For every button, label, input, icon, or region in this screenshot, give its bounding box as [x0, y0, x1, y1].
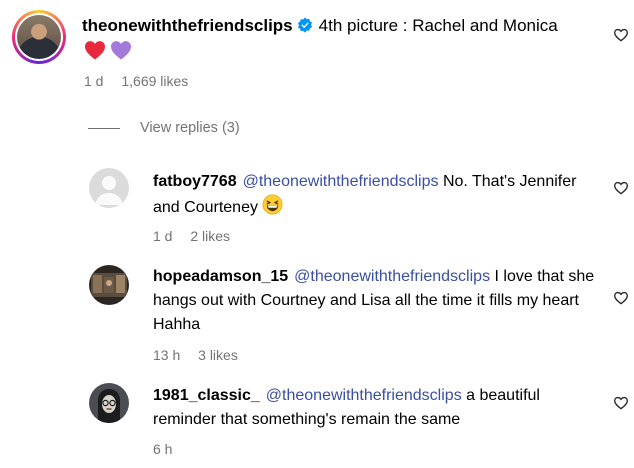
purple-heart-emoji — [111, 41, 131, 60]
reply-mention[interactable]: @theonewiththefriendsclips — [266, 387, 462, 404]
comment-username[interactable]: theonewiththefriendsclips — [82, 16, 293, 35]
reply-age[interactable]: 13 h — [153, 347, 180, 363]
verified-badge-icon — [297, 17, 312, 33]
reply-text: fatboy7768 @theonewiththefriendsclips No.… — [153, 170, 598, 220]
reply-meta: 1 d 2 likes — [153, 228, 244, 244]
avatar-photo — [17, 15, 61, 59]
reply-likes[interactable]: 3 likes — [198, 347, 238, 363]
avatar-photo — [89, 383, 129, 423]
heart-outline-icon[interactable] — [613, 180, 629, 196]
reply-likes[interactable]: 2 likes — [190, 228, 230, 244]
avatar-photo — [89, 265, 129, 305]
comment-line: theonewiththefriendsclips 4th picture : R… — [82, 14, 558, 38]
root-comment: theonewiththefriendsclips 4th picture : R… — [0, 0, 634, 110]
reply-mention[interactable]: @theonewiththefriendsclips — [294, 268, 490, 285]
reply-mention[interactable]: @theonewiththefriendsclips — [243, 173, 439, 190]
reply-age[interactable]: 6 h — [153, 441, 172, 457]
comment-text: 4th picture : Rachel and Monica — [318, 16, 558, 35]
reply-meta: 6 h — [153, 441, 186, 457]
reply-text: 1981_classic_ @theonewiththefriendsclips … — [153, 384, 598, 432]
comment-meta: 1 d 1,669 likes — [84, 73, 202, 89]
avatar-inner — [15, 13, 63, 61]
heart-outline-icon[interactable] — [613, 27, 629, 43]
view-replies-line — [88, 127, 120, 129]
grinning-squinting-face-emoji — [262, 194, 283, 215]
default-avatar-icon — [89, 168, 129, 208]
avatar[interactable] — [89, 383, 129, 423]
heart-outline-icon[interactable] — [613, 395, 629, 411]
avatar[interactable] — [89, 265, 129, 305]
reply-text: hopeadamson_15 @theonewiththefriendsclips… — [153, 265, 598, 337]
comment-emojis — [84, 40, 132, 60]
view-replies-button[interactable]: View replies (3) — [88, 118, 240, 138]
red-heart-emoji — [85, 41, 105, 60]
reply-age[interactable]: 1 d — [153, 228, 172, 244]
reply-meta: 13 h 3 likes — [153, 347, 252, 363]
comment-age[interactable]: 1 d — [84, 73, 103, 89]
view-replies-label: View replies (3) — [140, 120, 240, 136]
reply-username[interactable]: hopeadamson_15 — [153, 268, 288, 285]
heart-outline-icon[interactable] — [613, 290, 629, 306]
avatar[interactable] — [89, 168, 129, 208]
comment-likes[interactable]: 1,669 likes — [121, 73, 188, 89]
avatar[interactable] — [12, 10, 66, 64]
reply-username[interactable]: fatboy7768 — [153, 173, 237, 190]
reply-username[interactable]: 1981_classic_ — [153, 387, 260, 404]
